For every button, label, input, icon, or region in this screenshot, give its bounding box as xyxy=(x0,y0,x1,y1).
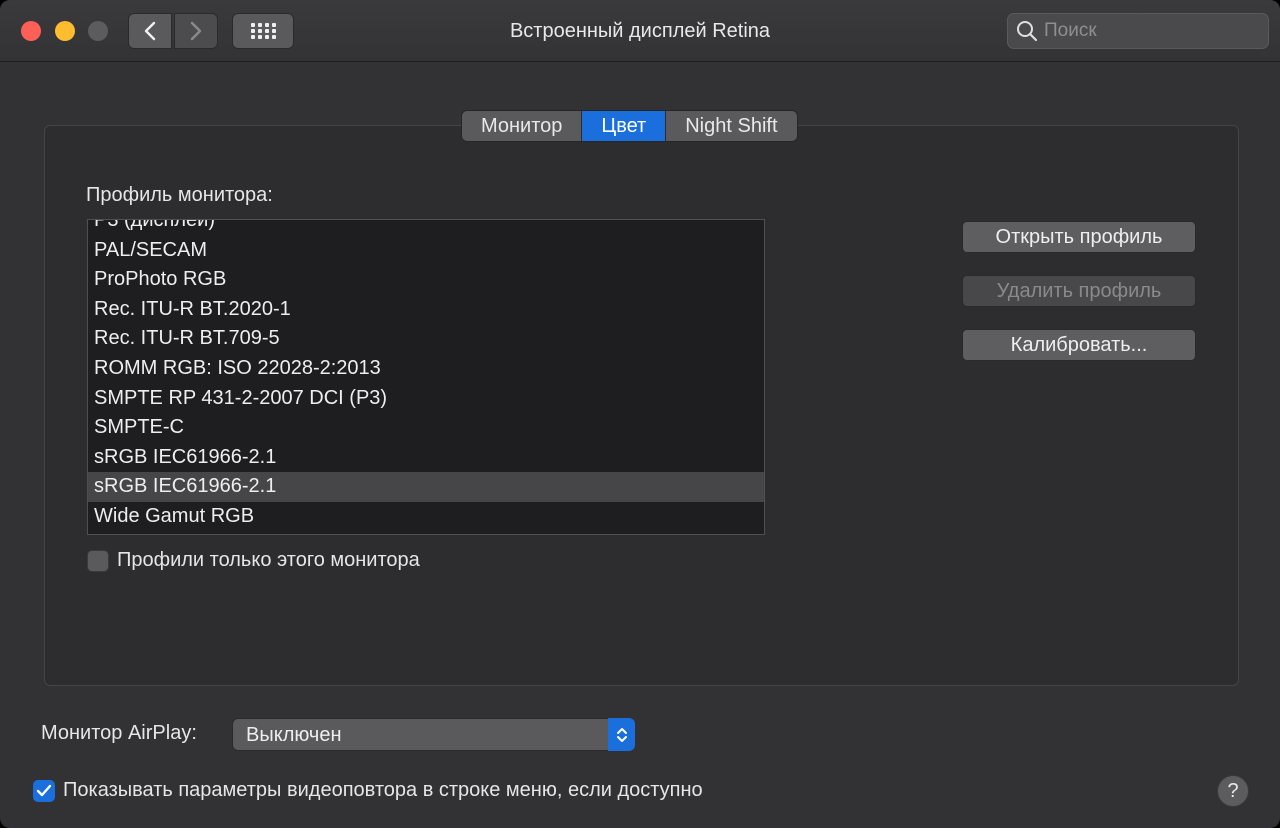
minimize-window-button[interactable] xyxy=(55,21,75,41)
tab-monitor[interactable]: Монитор xyxy=(462,111,583,141)
airplay-label: Монитор AirPlay: xyxy=(41,722,197,744)
only-this-monitor-option[interactable]: Профили только этого монитора xyxy=(87,549,420,572)
profile-list[interactable]: P3 (дисплей) PAL/SECAM ProPhoto RGB Rec. IT… xyxy=(87,219,765,535)
checkmark-icon xyxy=(36,784,52,796)
only-this-monitor-checkbox[interactable] xyxy=(87,549,109,572)
profile-list-item[interactable]: ProPhoto RGB xyxy=(88,265,764,295)
back-button[interactable] xyxy=(128,13,172,49)
tab-bar: Монитор Цвет Night Shift xyxy=(461,110,798,142)
tab-night-shift[interactable]: Night Shift xyxy=(666,111,796,141)
mirroring-option[interactable]: Показывать параметры видеоповтора в стро… xyxy=(33,779,703,802)
profile-list-item[interactable]: SMPTE-C xyxy=(88,413,764,443)
search-input[interactable] xyxy=(1044,20,1264,42)
delete-profile-button: Удалить профиль xyxy=(962,275,1196,307)
chevron-right-icon xyxy=(190,21,202,41)
popup-arrows-icon xyxy=(608,718,635,751)
chevron-left-icon xyxy=(144,21,156,41)
window-title: Встроенный дисплей Retina xyxy=(509,20,771,42)
profile-list-items: P3 (дисплей) PAL/SECAM ProPhoto RGB Rec. IT… xyxy=(88,220,764,532)
only-this-monitor-label: Профили только этого монитора xyxy=(117,549,420,571)
airplay-select[interactable]: Выключен xyxy=(232,718,635,751)
tab-color[interactable]: Цвет xyxy=(582,111,667,141)
preferences-window: Встроенный дисплей Retina Монитор Цвет N… xyxy=(0,0,1280,828)
profile-list-item[interactable]: Rec. ITU-R BT.2020-1 xyxy=(88,295,764,325)
help-button[interactable]: ? xyxy=(1217,775,1249,807)
calibrate-button[interactable]: Калибровать... xyxy=(962,329,1196,361)
forward-button[interactable] xyxy=(174,13,218,49)
airplay-select-value: Выключен xyxy=(246,724,342,746)
zoom-window-button[interactable] xyxy=(88,21,108,41)
close-window-button[interactable] xyxy=(21,21,41,41)
profile-list-item[interactable]: sRGB IEC61966-2.1 xyxy=(88,472,764,502)
open-profile-button[interactable]: Открыть профиль xyxy=(962,221,1196,253)
profile-list-item[interactable]: SMPTE RP 431-2-2007 DCI (P3) xyxy=(88,384,764,414)
search-icon xyxy=(1017,21,1038,42)
profile-list-item[interactable]: sRGB IEC61966-2.1 xyxy=(88,443,764,473)
show-all-button[interactable] xyxy=(232,13,294,49)
title-bar: Встроенный дисплей Retina xyxy=(0,0,1280,62)
search-field[interactable] xyxy=(1007,13,1269,49)
mirroring-label: Показывать параметры видеоповтора в стро… xyxy=(63,779,703,801)
profile-list-item[interactable]: ROMM RGB: ISO 22028-2:2013 xyxy=(88,354,764,384)
profile-list-label: Профиль монитора: xyxy=(86,184,273,206)
profile-list-item[interactable]: Wide Gamut RGB xyxy=(88,502,764,532)
mirroring-checkbox[interactable] xyxy=(33,779,55,802)
grid-icon xyxy=(251,23,276,39)
profile-list-item[interactable]: PAL/SECAM xyxy=(88,236,764,266)
profile-list-item[interactable]: P3 (дисплей) xyxy=(88,220,764,236)
profile-list-item[interactable]: Rec. ITU-R BT.709-5 xyxy=(88,324,764,354)
